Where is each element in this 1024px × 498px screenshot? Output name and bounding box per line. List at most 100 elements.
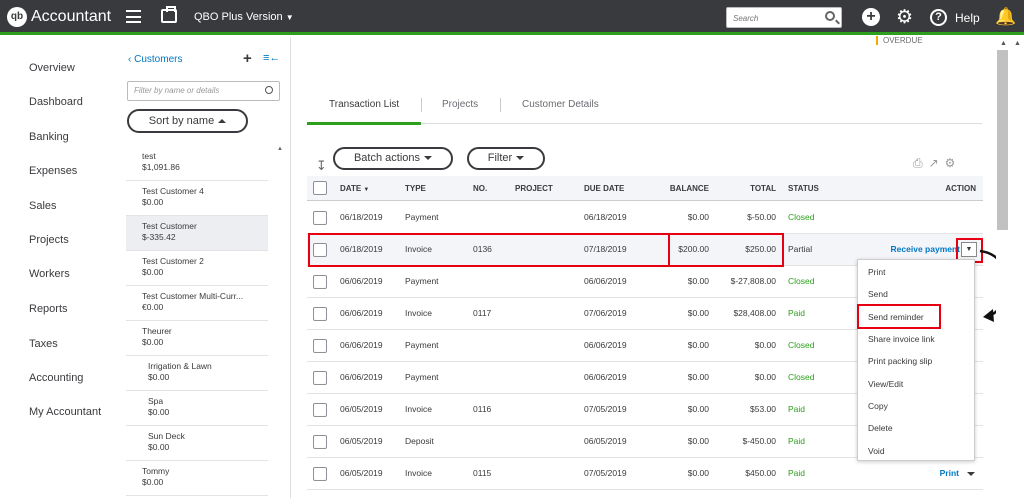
print-icon[interactable]: ⎙ — [913, 156, 929, 170]
cell-type: Deposit — [405, 436, 434, 446]
col-balance[interactable]: BALANCE — [647, 184, 709, 193]
tab-baseline — [421, 123, 982, 124]
cell-action[interactable]: Receive payment — [867, 244, 960, 255]
customer-filter-input[interactable]: Filter by name or details — [127, 81, 280, 101]
nav-item-banking[interactable]: Banking — [29, 131, 69, 143]
col-total[interactable]: TOTAL — [717, 184, 776, 193]
nav-item-taxes[interactable]: Taxes — [29, 338, 58, 350]
cell-balance: $0.00 — [687, 468, 709, 478]
tab-transaction-list[interactable]: Transaction List — [329, 99, 399, 110]
nav-item-projects[interactable]: Projects — [29, 234, 69, 246]
cell-due-date: 07/06/2019 — [584, 308, 627, 318]
menu-item-view-edit[interactable]: View/Edit — [868, 379, 903, 389]
search-input[interactable] — [727, 9, 815, 28]
select-all-checkbox[interactable] — [313, 181, 327, 195]
help-label[interactable]: Help — [955, 11, 980, 25]
scroll-up-icon[interactable]: ▲ — [1014, 40, 1021, 47]
cell-action[interactable]: Print — [907, 468, 959, 479]
menu-item-print[interactable]: Print — [868, 267, 885, 277]
briefcase-icon[interactable] — [161, 6, 177, 23]
customer-name: Irrigation & Lawn — [148, 361, 212, 371]
cell-balance: $0.00 — [687, 340, 709, 350]
hamburger-menu-icon[interactable] — [126, 10, 141, 23]
col-status[interactable]: STATUS — [788, 184, 819, 193]
table-row[interactable]: 06/18/2019 Payment 06/18/2019 $0.00 $-50.00 C… — [307, 202, 983, 234]
nav-item-accounting[interactable]: Accounting — [29, 372, 83, 384]
table-row[interactable]: 06/05/2019 Invoice 0115 07/05/2019 $0.00 $450… — [307, 458, 983, 490]
col-project[interactable]: PROJECT — [515, 184, 553, 193]
export-icon[interactable]: ↗ — [929, 156, 945, 170]
table-tools: ⎙↗⚙ — [913, 156, 961, 171]
nav-item-reports[interactable]: Reports — [29, 303, 68, 315]
nav-item-expenses[interactable]: Expenses — [29, 165, 77, 177]
cell-due-date: 07/05/2019 — [584, 468, 627, 478]
row-checkbox[interactable] — [313, 435, 327, 449]
customer-amount: $0.00 — [142, 337, 164, 347]
customer-name: Test Customer Multi-Curr... — [142, 291, 244, 301]
col-no[interactable]: NO. — [473, 184, 487, 193]
customer-amount: $0.00 — [142, 267, 164, 277]
menu-item-void[interactable]: Void — [868, 446, 885, 456]
customers-back-link[interactable]: ‹ Customers — [128, 54, 182, 65]
cell-status: Partial — [788, 244, 813, 254]
row-checkbox[interactable] — [313, 403, 327, 417]
row-checkbox[interactable] — [313, 211, 327, 225]
scroll-up-icon[interactable]: ▲ — [1000, 40, 1007, 47]
sort-by-name-button[interactable]: Sort by name — [127, 109, 248, 133]
notification-bell-icon[interactable]: 🔔 — [995, 7, 1016, 27]
menu-item-share-invoice-link[interactable]: Share invoice link — [868, 334, 935, 344]
cell-no: 0117 — [473, 308, 492, 318]
version-selector[interactable]: QBO Plus Version ▼ — [194, 11, 294, 23]
list-item[interactable]: Test Customer 2 $0.00 — [126, 251, 268, 286]
nav-item-my-accountant[interactable]: My Accountant — [29, 406, 101, 418]
list-item[interactable]: Test Customer $-335.42 — [126, 216, 268, 251]
cell-balance: $0.00 — [687, 404, 709, 414]
cell-status: Closed — [788, 276, 815, 286]
row-checkbox[interactable] — [313, 339, 327, 353]
search-box[interactable] — [726, 7, 842, 28]
list-item[interactable]: Test Customer 4 $0.00 — [126, 181, 268, 216]
list-item[interactable]: Sun Deck $0.00 — [126, 426, 268, 461]
list-item[interactable]: Test Customer Multi-Curr... €0.00 — [126, 286, 268, 321]
list-item[interactable]: Irrigation & Lawn $0.00 — [126, 356, 268, 391]
sort-arrow-icon[interactable]: ↧ — [316, 158, 327, 174]
search-icon[interactable] — [825, 11, 835, 21]
col-date[interactable]: DATE ▼ — [340, 184, 369, 193]
gear-icon[interactable]: ⚙ — [945, 156, 962, 170]
help-icon[interactable]: ? — [930, 9, 947, 26]
tab-projects[interactable]: Projects — [442, 99, 478, 110]
list-item[interactable]: Tommy $0.00 — [126, 461, 268, 496]
menu-item-delete[interactable]: Delete — [868, 423, 893, 433]
list-item[interactable]: Spa $0.00 — [126, 391, 268, 426]
nav-item-dashboard[interactable]: Dashboard — [29, 96, 83, 108]
nav-item-sales[interactable]: Sales — [29, 200, 57, 212]
customer-name: Test Customer — [142, 221, 197, 231]
filter-button[interactable]: Filter — [467, 147, 545, 170]
col-type[interactable]: TYPE — [405, 184, 426, 193]
nav-item-workers[interactable]: Workers — [29, 268, 70, 280]
nav-item-overview[interactable]: Overview — [29, 62, 75, 74]
row-checkbox[interactable] — [313, 371, 327, 385]
add-customer-icon[interactable]: + — [243, 50, 252, 67]
caret-down-icon: ▼ — [285, 13, 294, 22]
cell-type: Invoice — [405, 468, 432, 478]
caret-down-icon[interactable] — [967, 472, 975, 476]
cell-due-date: 06/05/2019 — [584, 436, 627, 446]
collapse-panel-icon[interactable]: ≡← — [263, 52, 280, 64]
scroll-up-icon[interactable]: ▲ — [277, 146, 283, 152]
row-checkbox[interactable] — [313, 275, 327, 289]
row-checkbox[interactable] — [313, 307, 327, 321]
batch-actions-button[interactable]: Batch actions — [333, 147, 453, 170]
create-plus-icon[interactable]: + — [862, 8, 880, 26]
menu-item-copy[interactable]: Copy — [868, 401, 888, 411]
gear-icon[interactable]: ⚙ — [896, 6, 913, 29]
list-item[interactable]: test $1,091.86 — [126, 146, 268, 181]
customer-amount: €0.00 — [142, 302, 164, 312]
scrollbar-thumb[interactable] — [997, 50, 1008, 230]
row-checkbox[interactable] — [313, 467, 327, 481]
col-due-date[interactable]: DUE DATE — [584, 184, 624, 193]
menu-item-print-packing-slip[interactable]: Print packing slip — [868, 356, 932, 366]
menu-item-send[interactable]: Send — [868, 289, 888, 299]
list-item[interactable]: Theurer $0.00 — [126, 321, 268, 356]
tab-customer-details[interactable]: Customer Details — [522, 99, 599, 110]
